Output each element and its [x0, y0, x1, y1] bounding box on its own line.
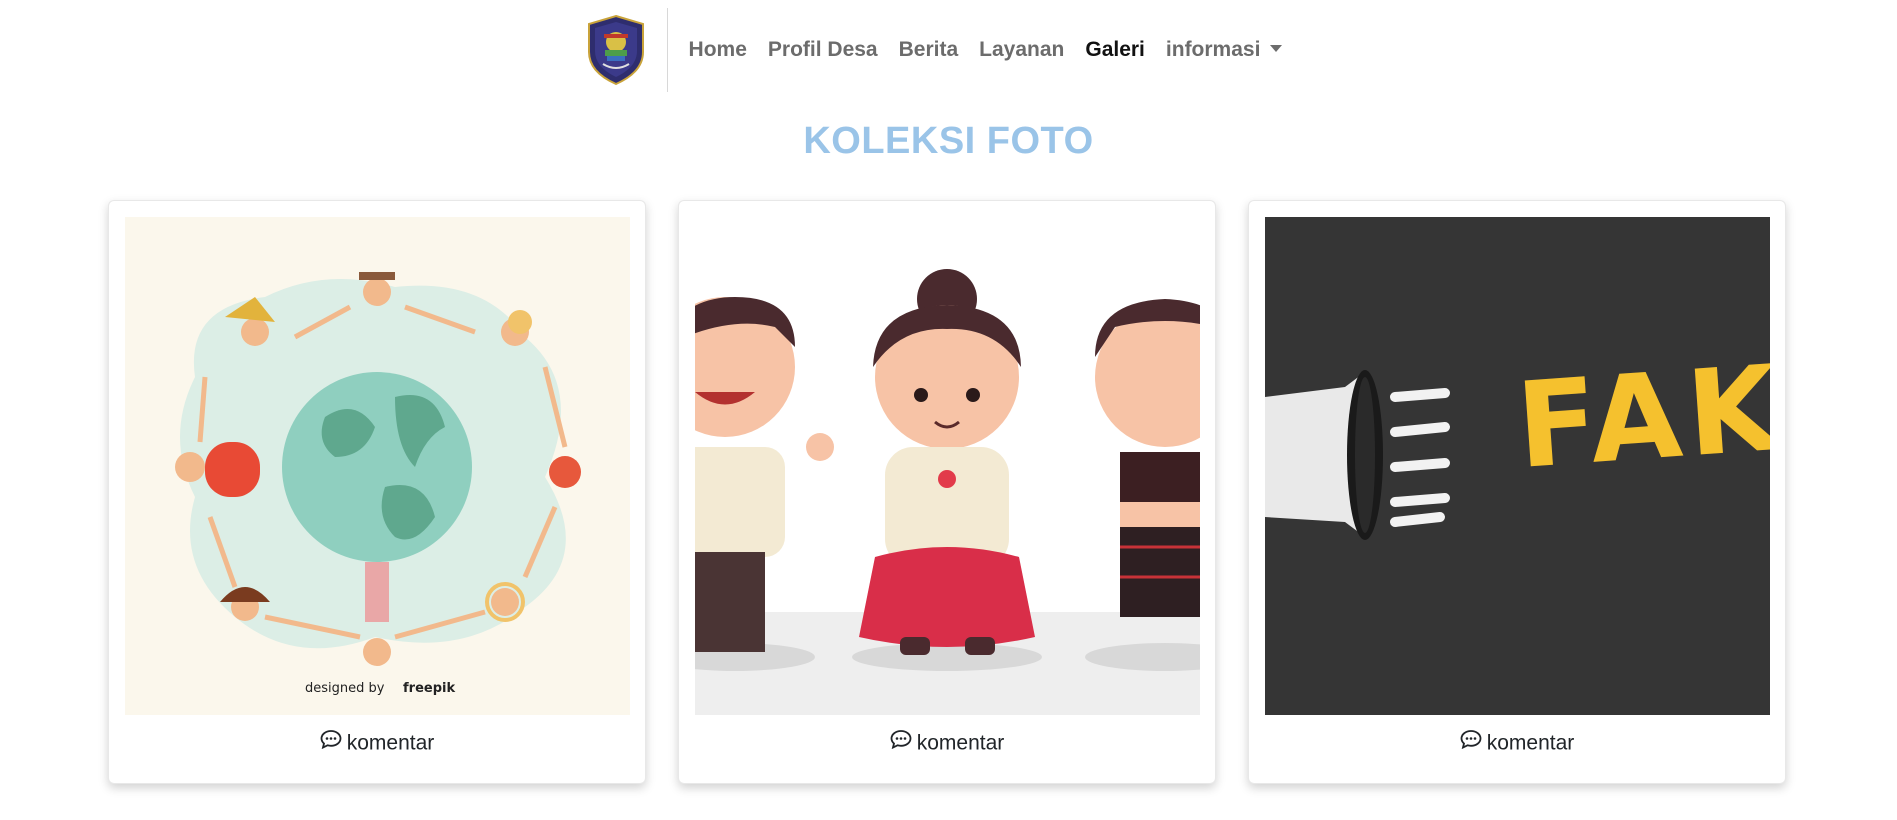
- multicultural-world-image[interactable]: designed by freepik: [125, 217, 630, 715]
- nav-profil-desa[interactable]: Profil Desa: [768, 38, 878, 62]
- caret-down-icon: [1270, 44, 1283, 52]
- speech-bubble-icon: [890, 729, 912, 755]
- nav-links: Home Profil Desa Berita Layanan Galeri i…: [689, 38, 1283, 62]
- traditional-costume-image[interactable]: [695, 217, 1200, 715]
- nav-informasi-label: informasi: [1165, 38, 1261, 61]
- nav-berita[interactable]: Berita: [899, 38, 959, 62]
- gallery-grid: designed by freepik komentar komentar FA…: [108, 200, 1788, 784]
- village-logo[interactable]: [585, 14, 647, 86]
- nav-divider: [666, 8, 668, 92]
- speech-bubble-icon: [320, 729, 342, 755]
- fake-news-image[interactable]: FAKE NEWS: [1265, 217, 1770, 715]
- comment-label: komentar: [1486, 731, 1575, 755]
- comment-button[interactable]: komentar: [679, 729, 1215, 757]
- nav-informasi-dropdown[interactable]: informasi: [1166, 38, 1283, 62]
- nav-layanan[interactable]: Layanan: [979, 38, 1064, 62]
- comment-button[interactable]: komentar: [109, 729, 645, 757]
- image-caption: designed by: [305, 681, 385, 696]
- navbar: Home Profil Desa Berita Layanan Galeri i…: [0, 0, 1897, 100]
- comment-label: komentar: [916, 731, 1005, 755]
- gallery-card: designed by freepik komentar: [108, 200, 646, 784]
- comment-button[interactable]: komentar: [1249, 729, 1785, 757]
- nav-home[interactable]: Home: [689, 38, 747, 62]
- image-brand: freepik: [403, 681, 455, 696]
- nav-galeri[interactable]: Galeri: [1085, 38, 1145, 62]
- navbar-inner: Home Profil Desa Berita Layanan Galeri i…: [585, 8, 1283, 92]
- gallery-card: FAKE NEWS komentar: [1248, 200, 1786, 784]
- speech-bubble-icon: [1460, 729, 1482, 755]
- page-title: KOLEKSI FOTO: [803, 120, 1094, 162]
- comment-label: komentar: [346, 731, 435, 755]
- gallery-card: komentar: [678, 200, 1216, 784]
